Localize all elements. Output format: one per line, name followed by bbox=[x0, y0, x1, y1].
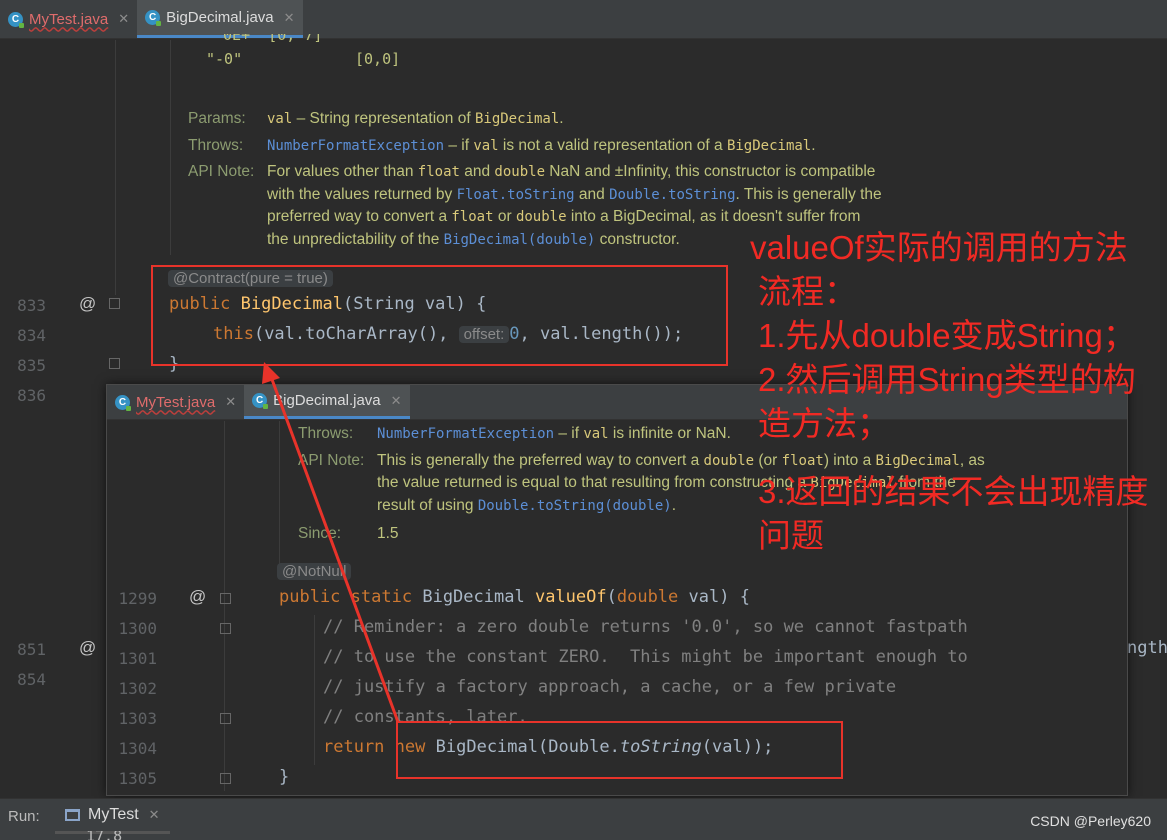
close-icon[interactable]: ✕ bbox=[225, 394, 236, 410]
fold-icon[interactable] bbox=[220, 623, 231, 634]
line-number: 1302 bbox=[118, 679, 157, 698]
doc-top-partial: "0E+" [0, 7] bbox=[214, 34, 323, 43]
code-line-1305: } bbox=[279, 767, 290, 787]
line-number: 836 bbox=[17, 386, 46, 405]
annotation-line: 造方法； bbox=[758, 405, 890, 442]
run-label: Run: bbox=[8, 808, 40, 825]
java-class-icon: C bbox=[8, 11, 24, 28]
double-tostring-link[interactable]: Double.toString bbox=[609, 187, 735, 203]
tab-mytest[interactable]: C MyTest.java ✕ bbox=[0, 0, 137, 38]
line-number: 1304 bbox=[118, 739, 157, 758]
tab-mytest[interactable]: C MyTest.java ✕ bbox=[107, 385, 244, 419]
annotation-line: 2.然后调用String类型的构 bbox=[758, 361, 1136, 398]
close-icon[interactable]: ✕ bbox=[118, 11, 129, 27]
line-number: 834 bbox=[17, 326, 46, 345]
line-number: 1299 bbox=[118, 589, 157, 608]
annotation-line: 流程： bbox=[758, 273, 857, 310]
run-toolbar: Run: MyTest ✕ 17.8 CSDN @Perley620 bbox=[0, 798, 1167, 840]
doc-params-row: Params: val – String representation of B… bbox=[188, 110, 564, 127]
bigdecimal-double-link[interactable]: BigDecimal(double) bbox=[444, 232, 596, 248]
code-line-1300: // Reminder: a zero double returns '0.0'… bbox=[323, 617, 968, 637]
fold-icon[interactable] bbox=[109, 358, 120, 369]
float-tostring-link[interactable]: Float.toString bbox=[457, 187, 575, 203]
annotation-line: valueOf实际的调用的方法 bbox=[750, 229, 1128, 266]
code-line-1302: // justify a factory approach, a cache, … bbox=[323, 677, 897, 697]
close-icon[interactable]: ✕ bbox=[149, 807, 160, 823]
override-marker-icon[interactable]: @ bbox=[79, 638, 96, 658]
annotation-line: 问题 bbox=[758, 517, 824, 554]
fold-icon[interactable] bbox=[109, 298, 120, 309]
console-icon bbox=[65, 809, 80, 821]
java-class-icon: C bbox=[145, 10, 162, 26]
doc-example-value: [0,0] bbox=[355, 50, 401, 68]
annotation-line: 1.先从double变成String； bbox=[758, 317, 1136, 354]
code-line-1301: // to use the constant ZERO. This might … bbox=[323, 647, 968, 667]
tab-label: MyTest.java bbox=[29, 10, 109, 28]
tab-bigdecimal[interactable]: C BigDecimal.java ✕ bbox=[137, 0, 303, 38]
line-number: 835 bbox=[17, 356, 46, 375]
line-number: 854 bbox=[17, 670, 46, 689]
fold-icon[interactable] bbox=[220, 773, 231, 784]
notnull-annotation-hint: @NotNull bbox=[277, 563, 352, 580]
java-class-icon: C bbox=[115, 394, 131, 411]
fold-icon[interactable] bbox=[220, 593, 231, 604]
highlight-box-constructor bbox=[151, 265, 728, 366]
java-class-icon: C bbox=[252, 393, 269, 409]
doc-throws-row: Throws: NumberFormatException – if val i… bbox=[188, 136, 816, 154]
override-marker-icon[interactable]: @ bbox=[189, 587, 206, 607]
throws-link[interactable]: NumberFormatException bbox=[377, 426, 554, 442]
override-marker-icon[interactable]: @ bbox=[79, 294, 96, 314]
indent-guide bbox=[224, 421, 225, 791]
close-icon[interactable]: ✕ bbox=[391, 393, 402, 409]
code-line-1299: public static BigDecimal valueOf(double … bbox=[279, 587, 750, 607]
run-tab-label: MyTest bbox=[88, 806, 139, 823]
run-tab-mytest[interactable]: MyTest ✕ bbox=[55, 799, 170, 834]
line-number: 833 bbox=[17, 296, 46, 315]
main-tab-bar: C MyTest.java ✕ C BigDecimal.java ✕ bbox=[0, 0, 1167, 39]
line-number: 851 bbox=[17, 640, 46, 659]
line-number: 1305 bbox=[118, 769, 157, 788]
indent-guide bbox=[115, 40, 116, 295]
indent-guide bbox=[314, 615, 315, 765]
tab-label: BigDecimal.java bbox=[273, 392, 381, 409]
close-icon[interactable]: ✕ bbox=[284, 10, 295, 26]
tab-bigdecimal[interactable]: C BigDecimal.java ✕ bbox=[244, 385, 410, 419]
fold-icon[interactable] bbox=[220, 713, 231, 724]
line-number: 1301 bbox=[118, 649, 157, 668]
line-number: 1303 bbox=[118, 709, 157, 728]
watermark: CSDN @Perley620 bbox=[1030, 813, 1151, 829]
indent-guide bbox=[279, 421, 280, 571]
annotation-note: valueOf实际的调用的方法 流程： 1.先从double变成String； … bbox=[750, 226, 1160, 558]
doc-example-row: "-0" [0,0] bbox=[206, 50, 400, 68]
annotation-line: 3.返回的结果不会出现精度 bbox=[758, 473, 1149, 510]
doc-example-string: "-0" bbox=[206, 50, 243, 68]
tab-label: BigDecimal.java bbox=[166, 9, 274, 26]
double-tostring-link[interactable]: Double.toString(double) bbox=[478, 498, 672, 514]
tab-label: MyTest.java bbox=[136, 393, 216, 411]
throws-link[interactable]: NumberFormatException bbox=[267, 138, 444, 154]
highlight-box-return bbox=[396, 721, 843, 779]
line-number: 1300 bbox=[118, 619, 157, 638]
indent-guide bbox=[170, 40, 171, 255]
code-line-851-tail: ngth bbox=[1127, 638, 1167, 658]
